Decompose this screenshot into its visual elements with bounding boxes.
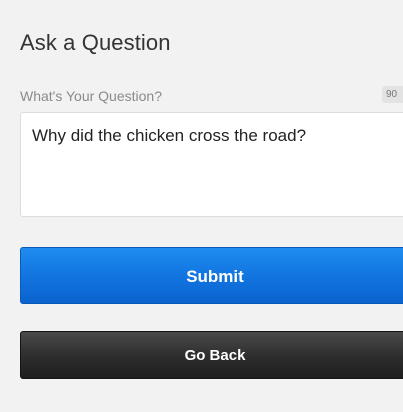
ask-question-page: Ask a Question What's Your Question? 90 … [0,0,403,412]
character-counter-badge: 90 [382,86,403,103]
question-label: What's Your Question? [20,88,162,104]
go-back-button[interactable]: Go Back [20,331,403,379]
submit-button[interactable]: Submit [20,247,403,304]
question-textarea[interactable]: Why did the chicken cross the road? [20,112,403,217]
page-title: Ask a Question [20,30,171,55]
